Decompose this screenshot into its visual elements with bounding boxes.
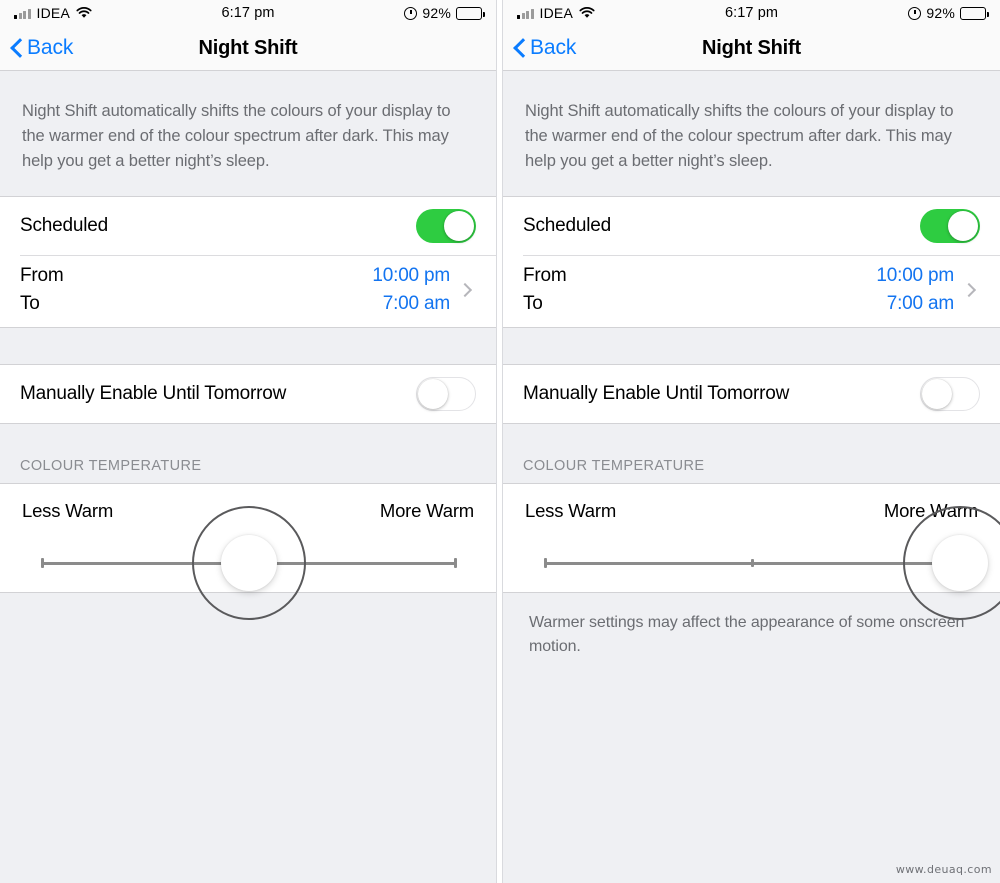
alarm-clock-icon xyxy=(404,6,418,20)
alarm-clock-icon xyxy=(908,6,922,20)
battery-percent-label: 92% xyxy=(926,5,955,21)
navigation-bar: Back Night Shift xyxy=(503,26,1000,71)
scheduled-row[interactable]: Scheduled xyxy=(0,197,496,255)
to-label: To xyxy=(523,293,543,314)
slider-max-tick xyxy=(454,558,457,568)
to-label: To xyxy=(20,293,40,314)
from-to-values: 10:00 pm 7:00 am xyxy=(876,265,954,315)
from-value: 10:00 pm xyxy=(876,265,954,286)
slider-center-tick xyxy=(751,559,754,567)
colour-temperature-header: COLOUR TEMPERATURE xyxy=(0,424,496,483)
settings-content: Night Shift automatically shifts the col… xyxy=(0,71,496,883)
battery-percent-label: 92% xyxy=(422,5,451,21)
manual-enable-group: Manually Enable Until Tomorrow xyxy=(0,364,496,424)
battery-icon xyxy=(960,6,989,20)
dual-screenshot-container: IDEA 6:17 pm 92% Back Night Shift Night … xyxy=(0,0,1000,883)
settings-content: Night Shift automatically shifts the col… xyxy=(503,71,1000,883)
from-to-labels: From To xyxy=(20,265,64,315)
chevron-right-icon xyxy=(458,280,476,300)
from-to-row[interactable]: From To 10:00 pm 7:00 am xyxy=(0,255,496,327)
battery-icon xyxy=(456,6,485,20)
less-warm-label: Less Warm xyxy=(525,500,617,521)
from-label: From xyxy=(523,265,567,286)
manual-enable-label: Manually Enable Until Tomorrow xyxy=(523,383,790,404)
page-title: Night Shift xyxy=(198,36,298,59)
left-phone-screen: IDEA 6:17 pm 92% Back Night Shift Night … xyxy=(0,0,497,883)
from-value: 10:00 pm xyxy=(372,265,450,286)
more-warm-label: More Warm xyxy=(379,500,474,521)
slider-thumb[interactable] xyxy=(221,535,277,591)
site-watermark: www.deuaq.com xyxy=(895,863,992,876)
from-to-values: 10:00 pm 7:00 am xyxy=(372,265,450,315)
colour-temperature-slider-cell: Less Warm More Warm xyxy=(0,483,496,620)
status-bar: IDEA 6:17 pm 92% xyxy=(503,0,1000,26)
status-bar-right: 92% xyxy=(908,5,989,21)
chevron-right-icon xyxy=(962,280,980,300)
right-phone-screen: IDEA 6:17 pm 92% Back Night Shift Night … xyxy=(502,0,1000,883)
scheduled-toggle[interactable] xyxy=(416,209,476,243)
colour-temperature-slider-cell: Less Warm More Warm xyxy=(503,483,1000,620)
slider-min-tick xyxy=(544,558,547,568)
slider-min-tick xyxy=(41,558,44,568)
page-title: Night Shift xyxy=(702,36,801,59)
scheduled-row[interactable]: Scheduled xyxy=(503,197,1000,255)
scheduled-toggle[interactable] xyxy=(920,209,980,243)
schedule-group: Scheduled From To 10:00 pm 7:00 am xyxy=(0,196,496,328)
from-to-labels: From To xyxy=(523,265,567,315)
section-gap xyxy=(503,328,1000,364)
from-to-row[interactable]: From To 10:00 pm 7:00 am xyxy=(503,255,1000,327)
less-warm-label: Less Warm xyxy=(22,500,114,521)
night-shift-description: Night Shift automatically shifts the col… xyxy=(22,102,451,170)
manual-enable-row[interactable]: Manually Enable Until Tomorrow xyxy=(0,365,496,423)
section-gap xyxy=(0,328,496,364)
scheduled-label: Scheduled xyxy=(20,215,108,236)
status-bar: IDEA 6:17 pm 92% xyxy=(0,0,496,26)
navigation-bar: Back Night Shift xyxy=(0,26,496,71)
schedule-group: Scheduled From To 10:00 pm 7:00 am xyxy=(503,196,1000,328)
to-value: 7:00 am xyxy=(886,293,954,314)
colour-temperature-header: COLOUR TEMPERATURE xyxy=(503,424,1000,483)
night-shift-description: Night Shift automatically shifts the col… xyxy=(525,102,954,170)
manual-enable-row[interactable]: Manually Enable Until Tomorrow xyxy=(503,365,1000,423)
to-value: 7:00 am xyxy=(382,293,450,314)
manual-enable-toggle[interactable] xyxy=(920,377,980,411)
colour-temperature-slider[interactable] xyxy=(544,506,1000,620)
from-label: From xyxy=(20,265,64,286)
slider-thumb[interactable] xyxy=(932,535,988,591)
status-bar-right: 92% xyxy=(404,5,485,21)
manual-enable-label: Manually Enable Until Tomorrow xyxy=(20,383,287,404)
colour-temperature-slider[interactable] xyxy=(41,506,457,620)
manual-enable-toggle[interactable] xyxy=(416,377,476,411)
scheduled-label: Scheduled xyxy=(523,215,611,236)
manual-enable-group: Manually Enable Until Tomorrow xyxy=(503,364,1000,424)
